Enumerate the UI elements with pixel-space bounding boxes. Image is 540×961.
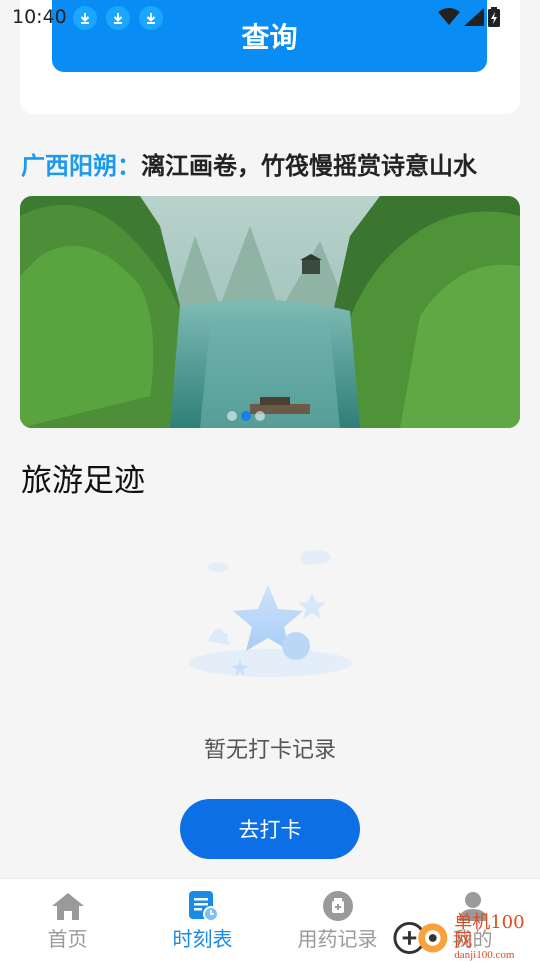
battery-icon (488, 7, 500, 27)
tab-label: 时刻表 (172, 927, 233, 951)
download-icon (106, 6, 130, 30)
tab-medicine[interactable]: 用药记录 (270, 879, 405, 961)
headline-place: 广西阳朔： (21, 152, 141, 180)
headline-description: 漓江画卷，竹筏慢摇赏诗意山水 (141, 152, 477, 180)
tab-label: 用药记录 (297, 927, 378, 951)
checkin-button[interactable]: 去打卡 (180, 799, 360, 859)
status-indicators (438, 7, 500, 27)
watermark-logo-icon (393, 921, 448, 954)
wifi-icon (438, 8, 460, 25)
banner-image[interactable] (20, 196, 520, 428)
banner-indicator (227, 411, 265, 421)
travel-headline[interactable]: 广西阳朔：漓江画卷，竹筏慢摇赏诗意山水 (21, 146, 477, 181)
indicator-dot[interactable] (255, 411, 265, 421)
empty-state-star-icon (180, 545, 360, 685)
indicator-dot-active[interactable] (241, 411, 251, 421)
footprints-title: 旅游足迹 (21, 463, 145, 499)
empty-state-text: 暂无打卡记录 (203, 738, 336, 763)
tab-home[interactable]: 首页 (0, 879, 135, 961)
watermark-url: danji100.com (454, 948, 515, 961)
medicine-icon (322, 889, 354, 923)
status-time: 10:40 (12, 6, 67, 28)
li-river-landscape-image (20, 196, 520, 428)
home-icon (51, 889, 85, 923)
signal-icon (464, 8, 484, 26)
download-icon (139, 6, 163, 30)
download-icon (73, 6, 97, 30)
site-watermark: 单机100网 danji100.com (392, 911, 540, 961)
schedule-icon (187, 889, 219, 923)
status-bar: 10:40 (0, 0, 540, 36)
tab-schedule[interactable]: 时刻表 (135, 879, 270, 961)
tab-label: 首页 (47, 927, 88, 951)
notification-icons (73, 6, 163, 30)
indicator-dot[interactable] (227, 411, 237, 421)
watermark-title: 单机100网 (454, 911, 525, 951)
